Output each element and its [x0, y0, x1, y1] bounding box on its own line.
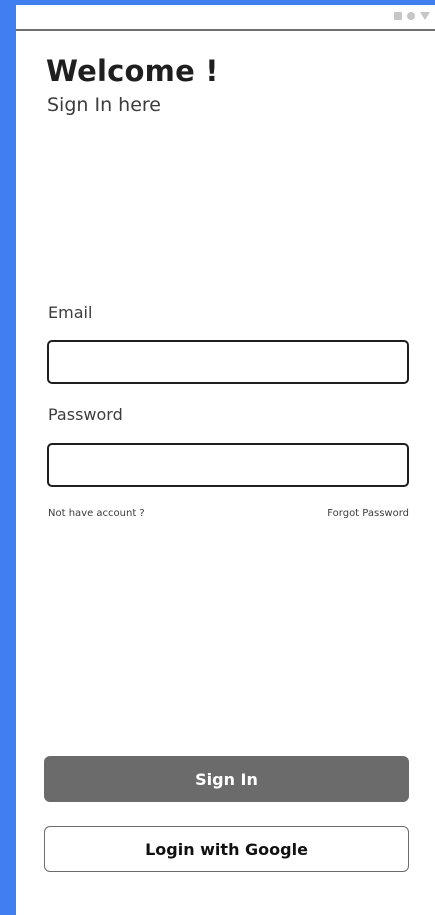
square-icon — [394, 12, 402, 20]
triangle-icon — [420, 12, 430, 20]
sign-in-button[interactable]: Sign In — [44, 756, 409, 802]
not-have-account-link[interactable]: Not have account ? — [48, 508, 145, 519]
left-background-strip — [0, 0, 16, 915]
forgot-password-link[interactable]: Forgot Password — [327, 508, 409, 519]
password-input[interactable] — [47, 443, 409, 487]
page-subtitle: Sign In here — [47, 94, 161, 116]
page-title: Welcome ! — [46, 54, 219, 88]
email-input[interactable] — [47, 340, 409, 384]
status-bar — [16, 5, 435, 31]
login-with-google-button[interactable]: Login with Google — [44, 826, 409, 872]
circle-icon — [407, 12, 415, 20]
phone-screen: Welcome ! Sign In here Email Password No… — [16, 5, 435, 915]
status-icons — [394, 12, 430, 20]
password-label: Password — [48, 405, 123, 424]
email-label: Email — [48, 303, 93, 322]
